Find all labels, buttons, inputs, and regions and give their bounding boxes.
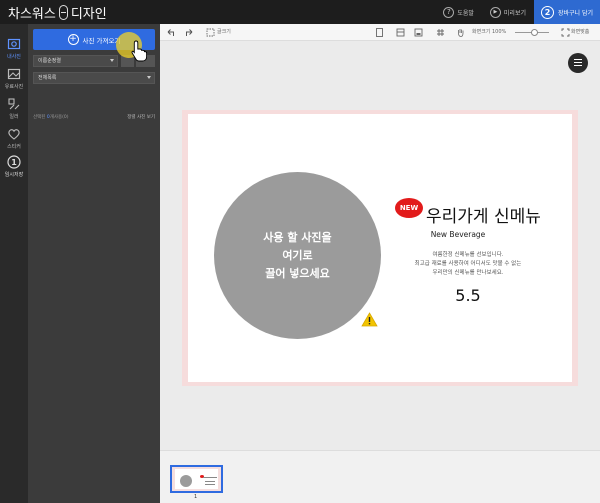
photo-icon — [7, 38, 21, 50]
grid-icon[interactable] — [436, 28, 445, 37]
step-number-icon: 2 — [540, 5, 554, 19]
thumbnail-line — [205, 484, 215, 485]
thumbnail-line — [203, 477, 217, 478]
cart-label: 장바구니 담기 — [557, 9, 594, 17]
rail-item-paid-photos[interactable]: 유료사진 — [0, 64, 28, 94]
chevron-down-icon — [147, 76, 151, 79]
paid-photo-icon — [7, 68, 21, 80]
layers-menu-button[interactable] — [568, 53, 588, 73]
brand-logo[interactable]: 차스워스 디자인 — [8, 3, 107, 22]
folder-value: 전체목록 — [38, 75, 57, 81]
rail-item-temp-save[interactable]: 1 임시저장 — [0, 152, 28, 182]
capsule-logo-icon — [58, 5, 68, 20]
new-badge[interactable]: NEW — [395, 198, 423, 218]
price-text[interactable]: 5.5 — [388, 286, 548, 305]
redo-icon[interactable] — [185, 28, 194, 37]
rail-item-label: 스티커 — [7, 144, 21, 150]
sort-value: 이름순정렬 — [38, 58, 62, 64]
question-icon: ? — [443, 6, 455, 18]
left-rail: 내사진 유료사진 일러 스티커 1 임시저장 — [0, 24, 28, 503]
preview-label: 미리보기 — [503, 9, 526, 17]
warning-icon[interactable] — [361, 312, 378, 327]
rail-item-label: 임시저장 — [4, 172, 24, 178]
brand-right-text: 디자인 — [70, 7, 107, 22]
description-text[interactable]: 여름한정 신메뉴를 선보입니다. 최고급 재료를 사용하여 어디서도 맛볼 수 … — [388, 251, 548, 278]
zoom-slider-handle[interactable] — [531, 29, 538, 36]
fit-screen-label[interactable]: 화면맞춤 — [571, 28, 589, 37]
fit-screen-icon[interactable] — [561, 28, 570, 37]
heart-icon — [8, 129, 20, 140]
temp-save-icon: 1 — [7, 155, 21, 169]
folder-select[interactable]: 전체목록 — [33, 72, 155, 84]
help-label: 도움말 — [457, 9, 474, 17]
cursor-pointer-icon — [131, 40, 147, 62]
description-line: 여름한정 신메뉴를 선보입니다. — [432, 252, 504, 258]
thumbnail-line — [205, 481, 215, 482]
plus-icon: + — [67, 34, 79, 45]
rail-item-label: 일러 — [9, 114, 19, 120]
menu-line — [574, 59, 582, 60]
thumbnail-inner — [175, 469, 218, 489]
headline-text[interactable]: 우리가게 신메뉴 — [426, 206, 541, 228]
menu-line — [574, 65, 582, 66]
preview-button[interactable]: ▶ 미리보기 — [482, 0, 534, 24]
help-button[interactable]: ? 도움말 — [435, 0, 482, 24]
sort-select[interactable]: 이름순정렬 — [33, 55, 118, 67]
rail-item-my-photos[interactable]: 내사진 — [0, 34, 28, 64]
add-to-cart-button[interactable]: 2 장바구니 담기 — [534, 0, 600, 24]
dropzone-line: 여기로 — [282, 248, 313, 262]
rail-item-label: 유료사진 — [4, 84, 24, 90]
undo-icon[interactable] — [166, 28, 175, 37]
play-icon: ▶ — [489, 6, 501, 18]
illustration-icon — [8, 98, 20, 110]
align-top-icon[interactable] — [396, 28, 405, 37]
chevron-down-icon — [110, 59, 114, 62]
rail-item-label: 내사진 — [7, 54, 21, 60]
photo-panel: + 사진 가져오기 이름순정렬 전체목록 선택된 0개사용(0) 정렬 사진 보… — [28, 24, 160, 503]
description-line: 최고급 재료를 사용하여 어디서도 맛볼 수 없는 — [414, 261, 522, 267]
brand-left-text: 차스워스 — [8, 7, 56, 22]
dropzone-line: 끌어 넣으세요 — [265, 266, 330, 280]
menu-line — [574, 62, 582, 63]
resize-label[interactable]: 글크기 — [217, 28, 231, 37]
page-strip: 1 — [160, 450, 600, 503]
selection-hint: 선택된 0개사용(0) — [33, 115, 69, 120]
photo-dropzone[interactable]: 사용 할 사진을 여기로 끌어 넣으세요 — [214, 172, 381, 339]
sort-photos-link[interactable]: 정렬 사진 보기 — [127, 114, 155, 120]
rail-item-sticker[interactable]: 스티커 — [0, 124, 28, 154]
hand-tool-icon[interactable] — [456, 28, 465, 37]
editor-toolbar: 글크기 화면크기 100% 화면맞춤 — [160, 24, 600, 41]
rail-item-illustration[interactable]: 일러 — [0, 94, 28, 124]
thumbnail-circle — [180, 475, 192, 487]
dropzone-line: 사용 할 사진을 — [263, 230, 332, 244]
svg-text:1: 1 — [11, 158, 17, 167]
artboard[interactable]: 사용 할 사진을 여기로 끌어 넣으세요 NEW 우리가게 신메뉴 New Be… — [188, 114, 572, 382]
top-bar: 차스워스 디자인 ? 도움말 ▶ 미리보기 2 장바구니 담기 — [0, 0, 600, 24]
import-label: 사진 가져오기 — [82, 36, 121, 45]
page-thumbnail[interactable] — [170, 465, 223, 493]
resize-icon[interactable] — [206, 28, 215, 37]
align-bottom-icon[interactable] — [414, 28, 423, 37]
top-actions: ? 도움말 ▶ 미리보기 2 장바구니 담기 — [435, 0, 600, 24]
page-number: 1 — [194, 494, 198, 500]
description-line: 우리만의 신메뉴를 만나보세요. — [432, 270, 504, 276]
page-icon[interactable] — [375, 28, 384, 37]
zoom-label: 화면크기 100% — [472, 29, 507, 35]
subhead-text[interactable]: New Beverage — [398, 230, 518, 239]
